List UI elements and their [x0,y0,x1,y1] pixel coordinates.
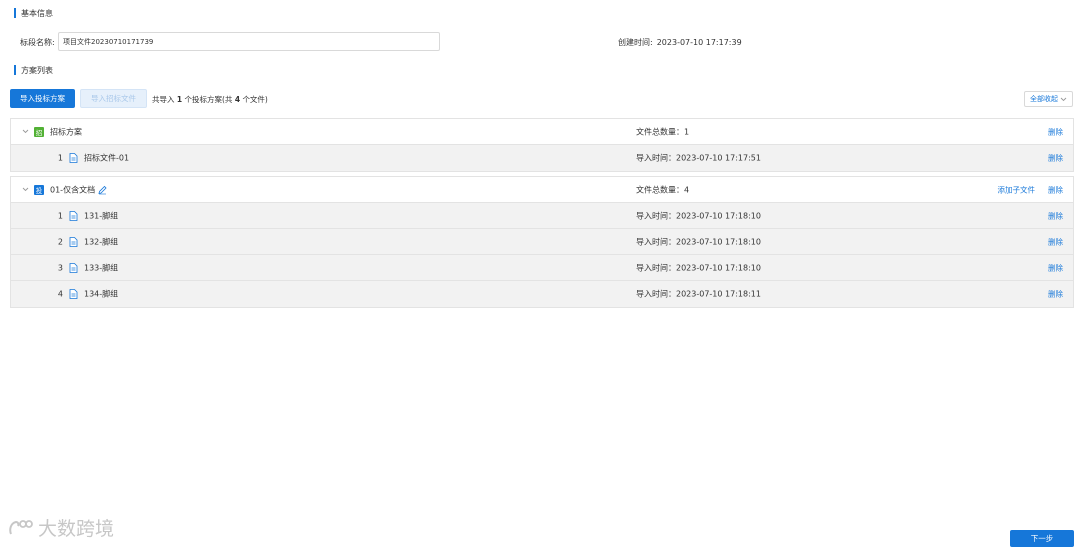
delete-link[interactable]: 删除 [1048,289,1063,300]
file-icon [69,153,78,163]
created-value: 2023-07-10 17:17:39 [656,38,742,47]
file-icon [69,236,78,247]
delete-link[interactable]: 删除 [1048,184,1063,195]
group-name-wrap: 01-仅含文档 [50,184,107,195]
group-name: 01-仅含文档 [50,185,96,194]
file-count: 4 [234,95,241,104]
import-summary: 共导入 1 个投标方案(共 4 个文件) [152,94,268,105]
section-bar [14,65,16,75]
collapse-all-button[interactable]: 全部收起 [1024,91,1073,107]
file-index: 3 [57,263,63,272]
file-row: 1 招标文件-01 导入时间：2023-07-10 17:17:51 删除 [11,145,1073,171]
chevron-down-icon[interactable] [20,185,30,195]
file-row: 4 134-脚组 导入时间：2023-07-10 17:18:11 删除 [11,281,1073,307]
file-index: 2 [57,237,63,246]
add-sub-file-link[interactable]: 添加子文件 [998,184,1036,195]
tag-badge: 招 [34,126,44,137]
chevron-down-icon[interactable] [20,127,30,137]
file-row: 2 132-脚组 导入时间：2023-07-10 17:18:10 删除 [11,229,1073,255]
import-summary-mid: 个投标方案(共 [184,95,233,104]
file-icon [69,210,78,221]
field-label-bid-section: 标段名称: [20,38,55,47]
watermark-logo: 大数跨境 [8,514,114,541]
edit-icon[interactable] [98,185,107,194]
file-index: 4 [57,289,63,299]
file-name[interactable]: 132-脚组 [84,236,118,247]
section-bar [14,8,16,18]
tag-badge: 投 [34,184,44,195]
delete-link[interactable]: 删除 [1048,126,1063,137]
file-total-count: 文件总数量：4 [636,185,690,194]
file-total-count: 文件总数量：1 [636,127,690,136]
delete-link[interactable]: 删除 [1048,210,1063,221]
import-time: 导入时间：2023-07-10 17:18:10 [636,237,761,246]
import-time: 导入时间：2023-07-10 17:18:10 [636,211,761,220]
import-summary-prefix: 共导入 [152,95,175,104]
file-name[interactable]: 133-脚组 [84,262,118,273]
plan-group-tender: 招 招标方案 文件总数量：1 删除 1 招标文件-01 导入时间：2023-07… [10,118,1074,172]
next-step-button[interactable]: 下一步 [1010,530,1074,547]
logo-icon [9,519,33,534]
file-index: 1 [57,211,63,220]
file-index: 1 [57,153,63,163]
file-row: 1 131-脚组 导入时间：2023-07-10 17:18:10 删除 [11,203,1073,229]
chevron-down-icon [1060,97,1067,101]
file-icon [69,262,78,273]
file-name[interactable]: 招标文件-01 [84,153,129,164]
section-title-text: 方案列表 [21,65,53,75]
file-icon [69,289,78,299]
import-bid-plan-button[interactable]: 导入投标方案 [10,89,75,108]
section-title-plan-list: 方案列表 [14,65,53,75]
delete-link[interactable]: 删除 [1048,236,1063,247]
group-header: 招 招标方案 文件总数量：1 删除 [11,119,1073,145]
created-label: 创建时间: [618,38,653,47]
import-summary-suffix: 个文件) [242,95,268,104]
created-time: 创建时间: 2023-07-10 17:17:39 [618,37,742,48]
import-time: 导入时间：2023-07-10 17:18:11 [636,289,761,299]
watermark-text: 大数跨境 [38,518,115,540]
bid-section-name-input[interactable] [58,32,440,51]
file-name[interactable]: 134-脚组 [84,289,118,300]
section-title-text: 基本信息 [21,8,53,18]
file-name[interactable]: 131-脚组 [84,210,118,221]
import-count: 1 [176,95,183,104]
import-time: 导入时间：2023-07-10 17:17:51 [636,153,761,163]
plan-group-bid: 投 01-仅含文档 文件总数量：4 添加子文件 删除 1 131-脚组 导入时间… [10,176,1074,308]
group-header: 投 01-仅含文档 文件总数量：4 添加子文件 删除 [11,177,1073,203]
import-tender-file-button[interactable]: 导入招标文件 [80,89,147,108]
file-row: 3 133-脚组 导入时间：2023-07-10 17:18:10 删除 [11,255,1073,281]
section-title-basic-info: 基本信息 [14,8,53,18]
delete-link[interactable]: 删除 [1048,262,1063,273]
delete-link[interactable]: 删除 [1048,153,1063,164]
import-time: 导入时间：2023-07-10 17:18:10 [636,263,761,272]
group-name: 招标方案 [50,127,82,136]
collapse-all-label: 全部收起 [1030,95,1058,103]
